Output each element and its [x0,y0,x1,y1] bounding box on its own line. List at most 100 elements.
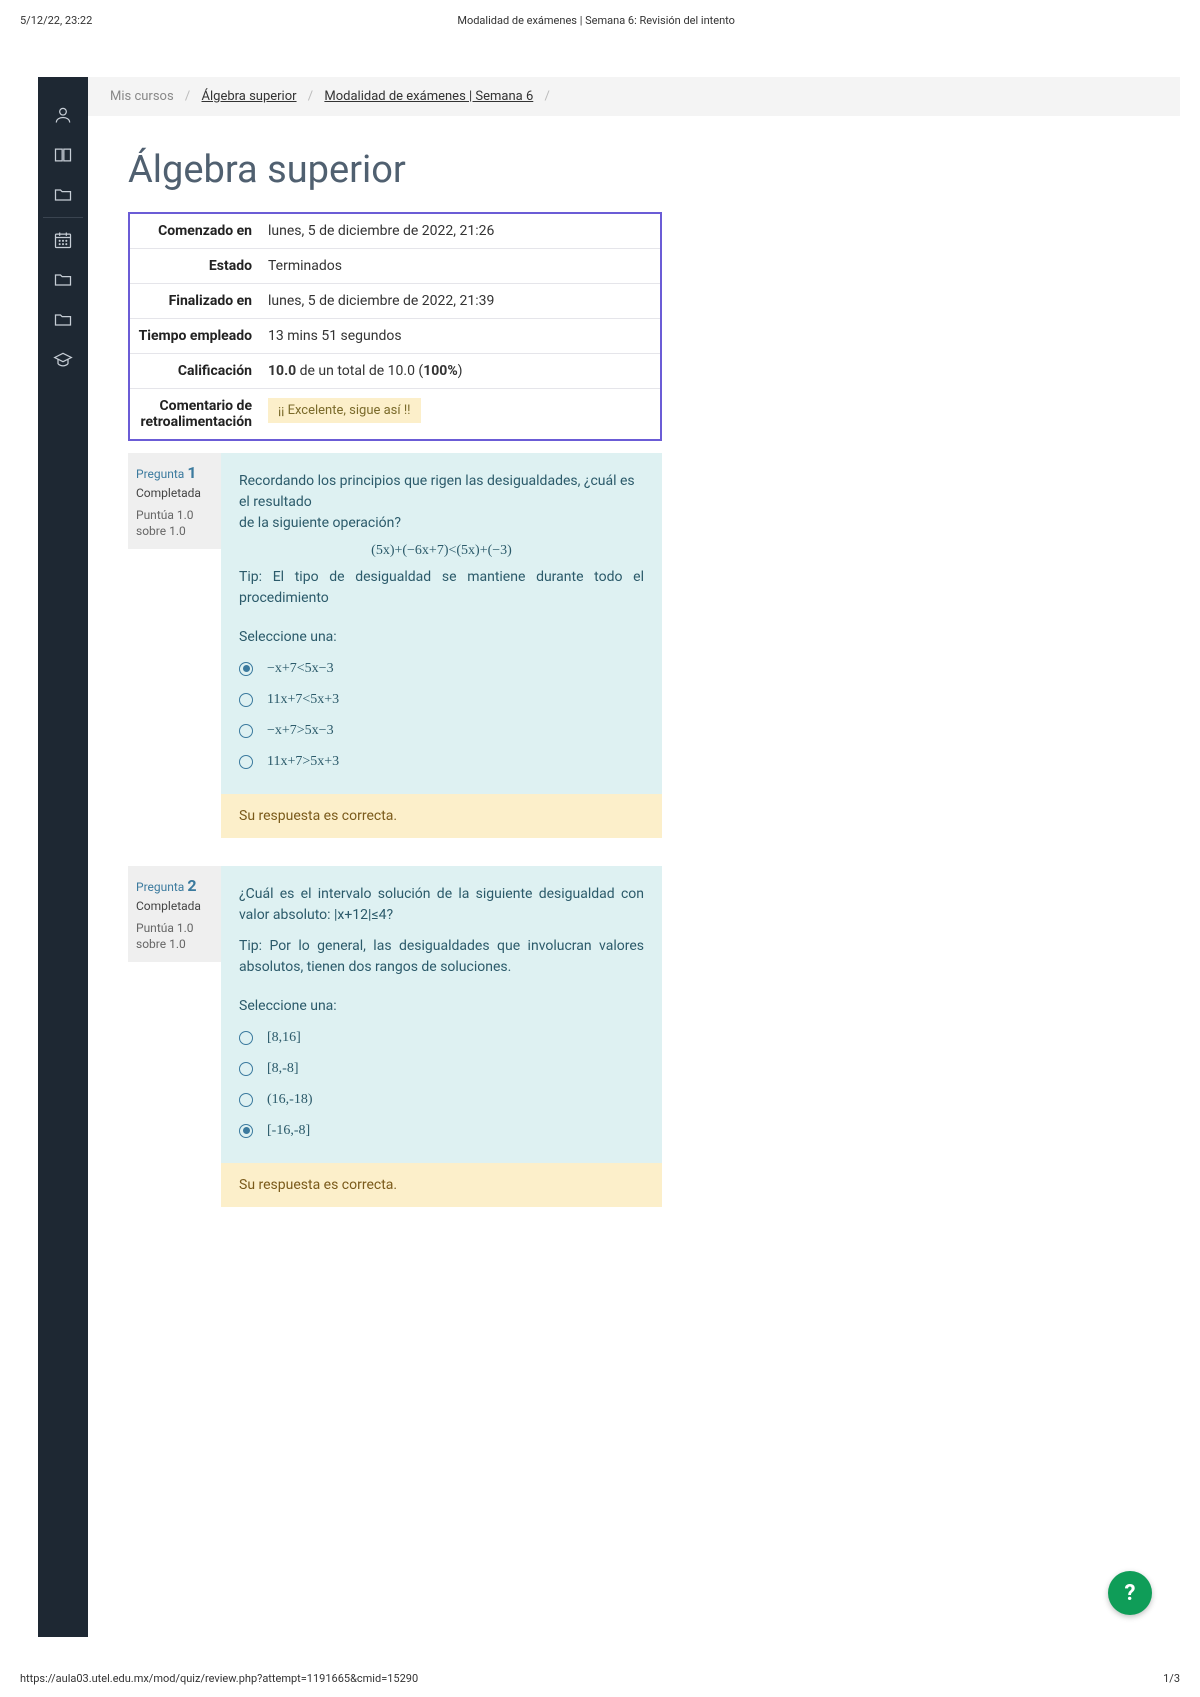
question-tip: Tip: Por lo general, las desigualdades q… [239,936,644,978]
print-page: 1/3 [1163,1672,1180,1685]
grade-close: ) [458,363,463,379]
question-label: Pregunta [136,467,187,481]
summary-label: Calificación [130,354,262,388]
print-url: https://aula03.utel.edu.mx/mod/quiz/revi… [20,1672,418,1685]
question-2-content: ¿Cuál es el intervalo solución de la sig… [221,866,662,1163]
folder-icon [53,310,73,330]
summary-label: Comenzado en [130,214,262,248]
grade-percent: 100% [423,363,457,379]
radio-icon [239,1124,253,1138]
sidebar-divider [43,217,83,218]
print-title: Modalidad de exámenes | Semana 6: Revisi… [92,14,1100,27]
summary-label: Estado [130,249,262,283]
radio-icon [239,1031,253,1045]
question-text-2: de la siguiente operación? [239,513,644,534]
summary-table: Comenzado en lunes, 5 de diciembre de 20… [128,212,662,441]
question-1-options: −x+7<5x−3 11x+7<5x+3 −x+7>5x−3 11x+7>5x+… [239,658,644,772]
question-number: 2 [187,876,196,895]
page-title: Álgebra superior [88,116,1180,212]
option-text: 11x+7>5x+3 [267,751,339,772]
sidebar [38,77,88,1637]
question-1-content: Recordando los principios que rigen las … [221,453,662,794]
question-grade: Puntúa 1.0 sobre 1.0 [136,921,213,952]
option-row[interactable]: [8,16] [239,1027,644,1048]
option-text: (16,-18) [267,1089,313,1110]
breadcrumb-sep: / [185,89,190,104]
question-text-1: Recordando los principios que rigen las … [239,471,644,513]
breadcrumb: Mis cursos / Álgebra superior / Modalida… [88,77,1180,116]
feedback-box: ¡¡ Excelente, sigue así !! [268,398,421,423]
summary-value: lunes, 5 de diciembre de 2022, 21:26 [262,214,660,248]
option-row[interactable]: 11x+7<5x+3 [239,689,644,710]
grade-mid: de un total de 10.0 ( [296,363,423,379]
help-icon: ? [1125,1581,1136,1606]
option-text: [-16,-8] [267,1120,310,1141]
summary-label: Comentario de retroalimentación [130,389,262,439]
graduation-cap-icon [53,350,73,370]
summary-row-grade: Calificación 10.0 de un total de 10.0 (1… [130,354,660,389]
option-text: [8,-8] [267,1058,299,1079]
question-prompt: Seleccione una: [239,996,644,1017]
user-icon [53,105,73,125]
sidebar-item-profile[interactable] [38,95,88,135]
question-1-body: Recordando los principios que rigen las … [221,453,662,838]
question-equation: (5x)+(−6x+7)<(5x)+(−3) [239,540,644,561]
sidebar-item-folder-3[interactable] [38,300,88,340]
question-2-body: ¿Cuál es el intervalo solución de la sig… [221,866,662,1207]
sidebar-item-folder-1[interactable] [38,175,88,215]
question-2-feedback: Su respuesta es correcta. [221,1163,662,1207]
book-icon [53,145,73,165]
summary-label: Tiempo empleado [130,319,262,353]
option-row[interactable]: [8,-8] [239,1058,644,1079]
sidebar-item-book[interactable] [38,135,88,175]
option-text: −x+7<5x−3 [267,658,334,679]
question-1: Pregunta 1 Completada Puntúa 1.0 sobre 1… [128,453,662,838]
print-header: 5/12/22, 23:22 Modalidad de exámenes | S… [0,0,1200,37]
option-text: −x+7>5x−3 [267,720,334,741]
print-date: 5/12/22, 23:22 [20,14,92,27]
summary-row-time: Tiempo empleado 13 mins 51 segundos [130,319,660,354]
folder-icon [53,270,73,290]
radio-icon [239,662,253,676]
sidebar-item-grad[interactable] [38,340,88,380]
option-row[interactable]: −x+7>5x−3 [239,720,644,741]
question-tip: Tip: El tipo de desigualdad se mantiene … [239,567,644,609]
breadcrumb-root: Mis cursos [110,89,174,104]
question-status: Completada [136,486,213,500]
option-text: 11x+7<5x+3 [267,689,339,710]
question-2-options: [8,16] [8,-8] (16,-18) [-16,-8] [239,1027,644,1141]
help-button[interactable]: ? [1108,1571,1152,1615]
option-row[interactable]: −x+7<5x−3 [239,658,644,679]
option-row[interactable]: 11x+7>5x+3 [239,751,644,772]
question-2: Pregunta 2 Completada Puntúa 1.0 sobre 1… [128,866,662,1207]
radio-icon [239,724,253,738]
main-content: Mis cursos / Álgebra superior / Modalida… [88,77,1180,1637]
question-2-info: Pregunta 2 Completada Puntúa 1.0 sobre 1… [128,866,221,962]
breadcrumb-sep: / [545,89,550,104]
question-1-info: Pregunta 1 Completada Puntúa 1.0 sobre 1… [128,453,221,549]
summary-value: ¡¡ Excelente, sigue así !! [262,389,660,439]
question-1-feedback: Su respuesta es correcta. [221,794,662,838]
option-row[interactable]: (16,-18) [239,1089,644,1110]
question-grade: Puntúa 1.0 sobre 1.0 [136,508,213,539]
summary-row-feedback: Comentario de retroalimentación ¡¡ Excel… [130,389,660,439]
grade-score: 10.0 [268,363,296,379]
radio-icon [239,693,253,707]
breadcrumb-activity-link[interactable]: Modalidad de exámenes | Semana 6 [324,89,533,104]
summary-value: 13 mins 51 segundos [262,319,660,353]
question-text-1: ¿Cuál es el intervalo solución de la sig… [239,884,644,926]
summary-label: Finalizado en [130,284,262,318]
app-container: Mis cursos / Álgebra superior / Modalida… [38,77,1180,1637]
summary-value: Terminados [262,249,660,283]
summary-value: lunes, 5 de diciembre de 2022, 21:39 [262,284,660,318]
option-row[interactable]: [-16,-8] [239,1120,644,1141]
question-prompt: Seleccione una: [239,627,644,648]
sidebar-item-calendar[interactable] [38,220,88,260]
calendar-icon [53,230,73,250]
radio-icon [239,1093,253,1107]
breadcrumb-course-link[interactable]: Álgebra superior [202,89,297,104]
breadcrumb-sep: / [308,89,313,104]
summary-value: 10.0 de un total de 10.0 (100%) [262,354,660,388]
question-label: Pregunta [136,880,187,894]
sidebar-item-folder-2[interactable] [38,260,88,300]
